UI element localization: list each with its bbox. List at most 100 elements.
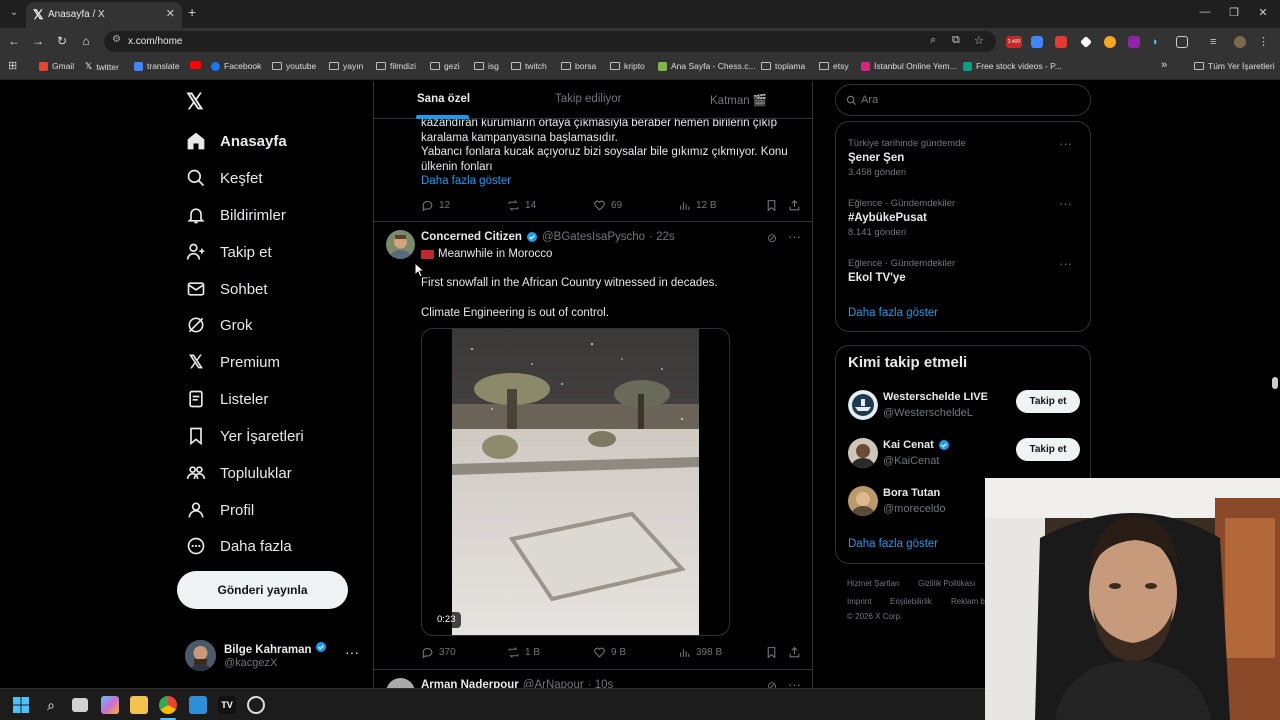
- reading-list-icon[interactable]: ≡: [1210, 36, 1222, 48]
- reply-button[interactable]: 12: [421, 199, 450, 212]
- bookmark-facebook[interactable]: Facebook: [211, 61, 261, 71]
- forward-icon[interactable]: →: [30, 34, 46, 48]
- bookmark-pexels[interactable]: Free stock videos - P...: [963, 61, 1062, 71]
- nav-follow[interactable]: Takip et: [185, 238, 272, 266]
- footer-privacy-link[interactable]: Gizlilik Politikası: [918, 579, 975, 588]
- nav-lists[interactable]: Listeler: [185, 385, 268, 413]
- like-button[interactable]: 69: [593, 199, 622, 212]
- post-time[interactable]: · 22s: [649, 231, 675, 243]
- task-view-icon[interactable]: [72, 698, 88, 712]
- nav-notifications[interactable]: Bildirimler: [185, 201, 286, 229]
- nav-communities[interactable]: Topluluklar: [185, 459, 292, 487]
- bookmark-youtube[interactable]: [190, 61, 201, 69]
- obs-icon[interactable]: [247, 696, 265, 714]
- profile-avatar-icon[interactable]: [1234, 36, 1246, 48]
- face-extension-icon[interactable]: [1104, 36, 1116, 48]
- like-button[interactable]: 9 B: [593, 646, 626, 659]
- trend-item[interactable]: Eğlence · Gündemdekiler #AybükePusat 8.1…: [848, 196, 1078, 238]
- chrome-menu-icon[interactable]: ⋮: [1258, 36, 1270, 48]
- bookmark-post-button[interactable]: [765, 199, 778, 212]
- page-scrollbar[interactable]: [1272, 377, 1278, 389]
- taskbar-search-icon[interactable]: ⌕: [42, 696, 60, 714]
- more-dots-icon[interactable]: ···: [788, 677, 801, 688]
- bookmark-star-icon[interactable]: ☆: [974, 34, 984, 47]
- windows-start-icon[interactable]: [12, 696, 30, 714]
- bookmark-gmail[interactable]: Gmail: [39, 61, 74, 71]
- bookmark-twitter[interactable]: 𝕏twitter: [85, 61, 119, 72]
- bookmark-folder[interactable]: gezi: [430, 61, 460, 71]
- bookmark-folder[interactable]: kripto: [610, 61, 645, 71]
- site-info-icon[interactable]: ⚙: [112, 34, 121, 45]
- translate-extension-icon[interactable]: [1031, 36, 1043, 48]
- repost-button[interactable]: 1 B: [507, 646, 540, 659]
- bookmark-folder[interactable]: twitch: [511, 61, 547, 71]
- extensions-puzzle-icon[interactable]: [1176, 36, 1188, 48]
- bookmark-folder[interactable]: filmdizi: [376, 61, 416, 71]
- audio-extension-icon[interactable]: ◗: [1152, 36, 1164, 48]
- chrome-taskbar-icon[interactable]: [159, 696, 177, 714]
- more-dots-icon[interactable]: ···: [345, 644, 359, 660]
- tradingview-icon[interactable]: TV: [218, 696, 236, 714]
- video-player[interactable]: 0:23: [421, 328, 730, 636]
- all-bookmarks-folder[interactable]: Tüm Yer İşaretleri: [1194, 61, 1275, 71]
- follow-show-more-link[interactable]: Daha fazla göster: [848, 538, 938, 550]
- trend-item[interactable]: Türkiye tarihinde gündemde Şener Şen 3.4…: [848, 136, 1078, 178]
- zoom-icon[interactable]: ⌕: [930, 34, 936, 47]
- footer-accessibility-link[interactable]: Erişilebilirlik: [890, 597, 932, 606]
- diamond-extension-icon[interactable]: [1080, 36, 1092, 48]
- follow-suggestion[interactable]: Kai Cenat @KaiCenat Takip et: [848, 438, 1083, 474]
- nav-profile[interactable]: Profil: [185, 496, 254, 524]
- browser-tab[interactable]: 𝕏 Anasayfa / X ✕: [26, 2, 182, 28]
- install-app-icon[interactable]: ⧉: [952, 34, 960, 47]
- follow-suggestion[interactable]: Westerschelde LIVE @WesterscheldeL Takip…: [848, 390, 1083, 426]
- nav-home[interactable]: Anasayfa: [185, 127, 287, 155]
- nav-explore[interactable]: Keşfet: [185, 164, 263, 192]
- tab-katman[interactable]: Katman 🎬: [710, 93, 767, 107]
- views-button[interactable]: 398 B: [678, 646, 722, 659]
- footer-terms-link[interactable]: Hizmet Şartları: [847, 579, 900, 588]
- address-bar[interactable]: ⚙ x.com/home ⌕ ⧉ ☆: [104, 31, 996, 52]
- bookmark-folder[interactable]: youtube: [272, 61, 316, 71]
- bookmark-folder[interactable]: borsa: [561, 61, 596, 71]
- grok-post-icon[interactable]: ⊘: [767, 231, 777, 245]
- bookmark-folder[interactable]: etsy: [819, 61, 849, 71]
- twitch-extension-icon[interactable]: [1128, 36, 1140, 48]
- nav-premium[interactable]: 𝕏 Premium: [185, 348, 280, 376]
- views-button[interactable]: 12 B: [678, 199, 717, 212]
- bookmark-yemek[interactable]: İstanbul Online Yem...: [861, 61, 957, 71]
- apps-grid-icon[interactable]: ⊞: [8, 59, 17, 72]
- nav-more[interactable]: Daha fazla: [185, 532, 292, 560]
- grok-post-icon[interactable]: ⊘: [767, 679, 777, 688]
- minimize-icon[interactable]: —: [1195, 6, 1215, 18]
- more-dots-icon[interactable]: ···: [788, 229, 801, 244]
- share-button[interactable]: [788, 646, 801, 659]
- author-name[interactable]: Concerned Citizen: [421, 231, 522, 243]
- close-tab-icon[interactable]: ✕: [166, 7, 175, 20]
- bookmark-folder[interactable]: isg: [474, 61, 499, 71]
- extension-badge-icon[interactable]: 2.400: [1006, 36, 1022, 48]
- post-button[interactable]: Gönderi yayınla: [177, 571, 348, 609]
- close-window-icon[interactable]: ✕: [1253, 6, 1273, 19]
- nav-bookmarks[interactable]: Yer İşaretleri: [185, 422, 304, 450]
- show-more-link[interactable]: Daha fazla göster: [421, 175, 511, 187]
- bookmarks-overflow-button[interactable]: »: [1161, 59, 1167, 71]
- bookmark-folder[interactable]: yayın: [329, 61, 363, 71]
- copilot-icon[interactable]: [101, 696, 119, 714]
- tab-for-you[interactable]: Sana özel: [417, 93, 470, 105]
- nav-grok[interactable]: Grok: [185, 311, 253, 339]
- footer-imprint-link[interactable]: Imprint: [847, 597, 871, 606]
- author-handle[interactable]: @ArNapour: [523, 679, 584, 688]
- avatar[interactable]: [386, 678, 415, 688]
- author-name[interactable]: Arman Naderpour: [421, 679, 519, 688]
- restore-icon[interactable]: ❐: [1224, 6, 1244, 19]
- screen-capture-icon[interactable]: [189, 696, 207, 714]
- footer-ads-link[interactable]: Reklam b: [951, 597, 985, 606]
- reload-icon[interactable]: ↻: [54, 34, 70, 48]
- trends-show-more-link[interactable]: Daha fazla göster: [848, 307, 938, 319]
- search-input[interactable]: Ara: [835, 84, 1091, 116]
- more-dots-icon[interactable]: ···: [1059, 196, 1072, 211]
- bookmark-post-button[interactable]: [765, 646, 778, 659]
- home-browser-icon[interactable]: ⌂: [78, 34, 94, 48]
- tab-following[interactable]: Takip ediliyor: [555, 93, 621, 105]
- more-dots-icon[interactable]: ···: [1059, 136, 1072, 151]
